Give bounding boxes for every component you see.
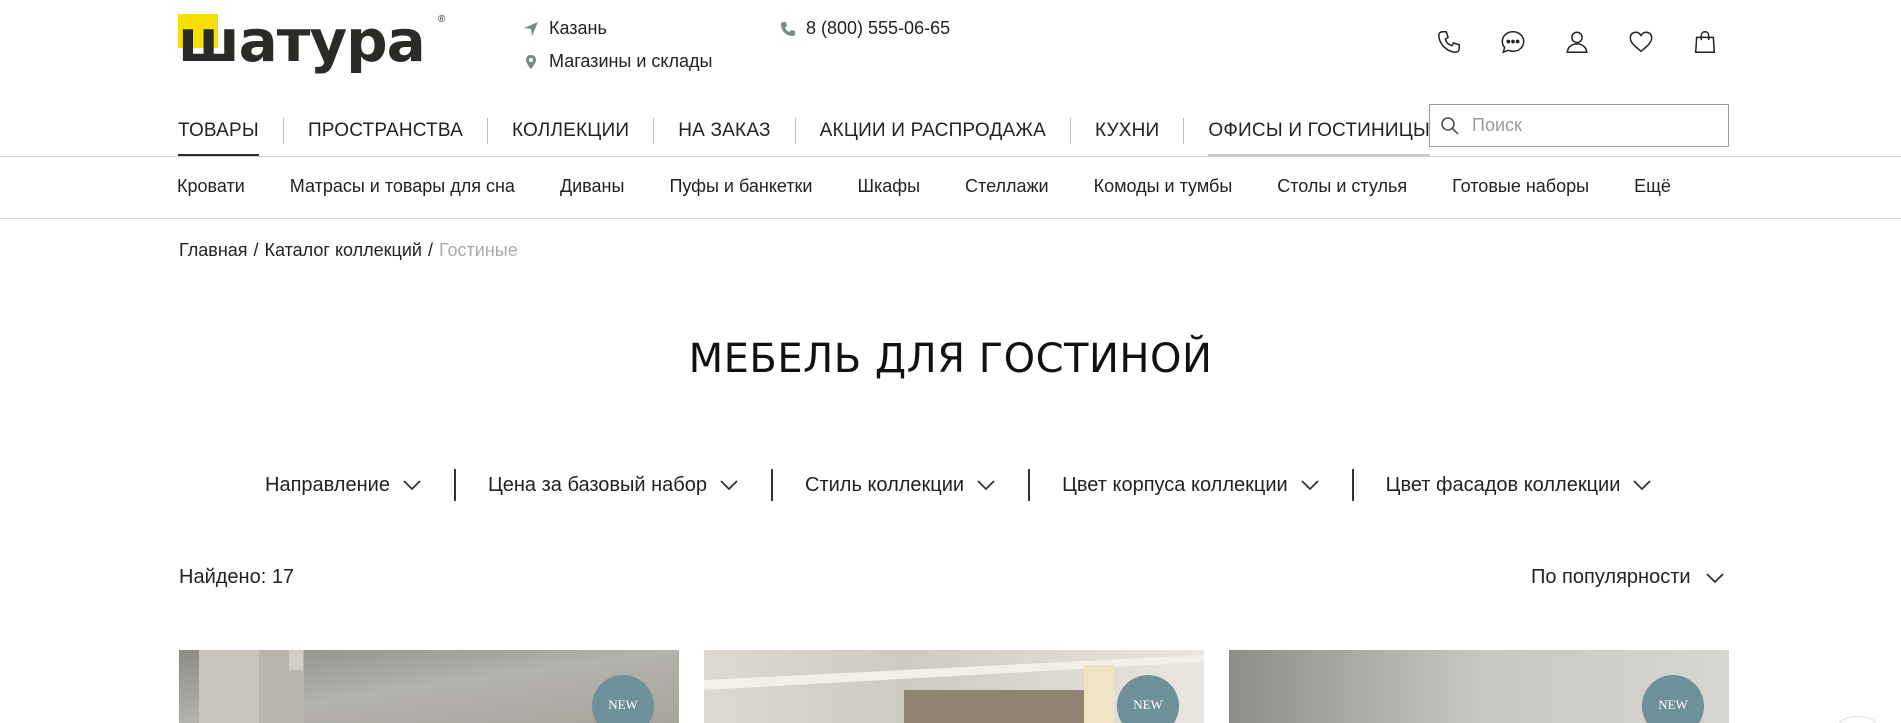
filter-body-color[interactable]: Цвет корпуса коллекции	[1062, 474, 1320, 497]
chevron-down-icon	[1633, 480, 1652, 491]
nav-divider	[486, 118, 488, 144]
stores-link[interactable]: Магазины и склады	[523, 51, 712, 72]
breadcrumb: Главная / Каталог коллекций / Гостиные	[179, 240, 518, 261]
nav-divider-line	[0, 156, 1901, 157]
nav-divider	[794, 118, 796, 144]
main-nav: ТОВАРЫ ПРОСТРАНСТВА КОЛЛЕКЦИИ НА ЗАКАЗ А…	[178, 106, 1430, 157]
page-title: МЕБЕЛЬ ДЛЯ ГОСТИНОЙ	[688, 336, 1213, 382]
chevron-down-icon	[1705, 572, 1724, 583]
category-wardrobes[interactable]: Шкафы	[858, 176, 921, 197]
filter-divider	[1028, 469, 1031, 501]
search-icon[interactable]	[1440, 116, 1460, 136]
logo[interactable]: шатура ®	[178, 7, 450, 75]
breadcrumb-home[interactable]: Главная	[179, 240, 248, 261]
category-more[interactable]: Ещё	[1634, 176, 1671, 197]
filter-direction[interactable]: Направление	[265, 474, 422, 497]
logo-text: шатура	[178, 7, 426, 75]
filter-divider	[1351, 469, 1354, 501]
user-icon[interactable]	[1564, 28, 1590, 56]
phone-small-icon	[781, 21, 795, 36]
category-poufs[interactable]: Пуфы и банкетки	[669, 176, 812, 197]
nav-item-products[interactable]: ТОВАРЫ	[178, 106, 259, 157]
nav-item-collections[interactable]: КОЛЛЕКЦИИ	[512, 106, 629, 156]
category-sofas[interactable]: Диваны	[560, 176, 625, 197]
filter-label: Стиль коллекции	[805, 473, 965, 496]
filter-label: Цвет фасадов коллекции	[1385, 473, 1621, 496]
category-shelves[interactable]: Стеллажи	[965, 176, 1049, 197]
breadcrumb-catalog[interactable]: Каталог коллекций	[265, 240, 422, 261]
stores-label: Магазины и склады	[549, 51, 713, 71]
map-pin-icon	[526, 54, 536, 69]
results-count: Найдено: 17	[179, 566, 295, 588]
category-nav: Кровати Матрасы и товары для сна Диваны …	[177, 176, 1671, 197]
nav-item-kitchens[interactable]: КУХНИ	[1095, 106, 1159, 156]
subnav-divider-line	[0, 218, 1901, 219]
search-box[interactable]	[1429, 104, 1729, 147]
breadcrumb-separator: /	[427, 240, 433, 260]
chevron-down-icon	[1301, 480, 1319, 491]
filter-divider	[771, 469, 774, 501]
sort-dropdown[interactable]: По популярности	[1531, 566, 1725, 589]
nav-item-custom-order[interactable]: НА ЗАКАЗ	[678, 106, 770, 156]
filter-label: Цена за базовый набор	[487, 473, 708, 496]
phone-link[interactable]: 8 (800) 555-06-65	[780, 18, 950, 39]
category-mattresses[interactable]: Матрасы и товары для сна	[290, 176, 515, 197]
chat-icon[interactable]	[1500, 28, 1526, 56]
logo-registered-mark: ®	[438, 14, 446, 25]
search-input[interactable]	[1472, 115, 1712, 136]
header-actions	[1436, 28, 1718, 56]
nav-divider	[1070, 118, 1072, 144]
nav-divider	[282, 118, 284, 144]
bag-icon[interactable]	[1692, 28, 1718, 56]
city-name: Казань	[549, 18, 607, 38]
filter-facade-color[interactable]: Цвет фасадов коллекции	[1386, 474, 1653, 497]
filter-style[interactable]: Стиль коллекции	[805, 474, 996, 497]
breadcrumb-separator: /	[253, 240, 259, 260]
category-beds[interactable]: Кровати	[177, 176, 245, 197]
phone-number: 8 (800) 555-06-65	[806, 18, 951, 38]
filter-bar: Направление Цена за базовый набор Стиль …	[265, 467, 1652, 503]
scroll-up-button[interactable]	[1838, 716, 1878, 723]
chevron-down-icon	[720, 480, 738, 491]
filter-label: Цвет корпуса коллекции	[1062, 473, 1288, 496]
nav-divider	[653, 118, 655, 144]
breadcrumb-current: Гостиные	[439, 240, 518, 260]
city-selector[interactable]: Казань	[523, 18, 607, 39]
chevron-down-icon	[977, 480, 995, 491]
nav-item-sales[interactable]: АКЦИИ И РАСПРОДАЖА	[820, 106, 1046, 156]
category-dressers[interactable]: Комоды и тумбы	[1094, 176, 1233, 197]
filter-divider	[453, 469, 456, 501]
category-tables-chairs[interactable]: Столы и стулья	[1277, 176, 1407, 197]
navigation-arrow-icon	[524, 21, 538, 36]
phone-icon[interactable]	[1436, 28, 1462, 56]
category-sets[interactable]: Готовые наборы	[1452, 176, 1589, 197]
product-card[interactable]: NEW	[1229, 650, 1729, 723]
filter-price[interactable]: Цена за базовый набор	[488, 474, 739, 497]
sort-label: По популярности	[1531, 566, 1691, 588]
product-card[interactable]: NEW	[704, 650, 1204, 723]
nav-divider	[1183, 118, 1185, 144]
filter-label: Направление	[265, 473, 390, 496]
heart-icon[interactable]	[1628, 28, 1654, 56]
nav-item-spaces[interactable]: ПРОСТРАНСТВА	[308, 106, 463, 156]
chevron-down-icon	[403, 480, 421, 491]
nav-item-offices-hotels[interactable]: ОФИСЫ И ГОСТИНИЦЫ	[1208, 106, 1430, 157]
product-card[interactable]: NEW	[179, 650, 679, 723]
